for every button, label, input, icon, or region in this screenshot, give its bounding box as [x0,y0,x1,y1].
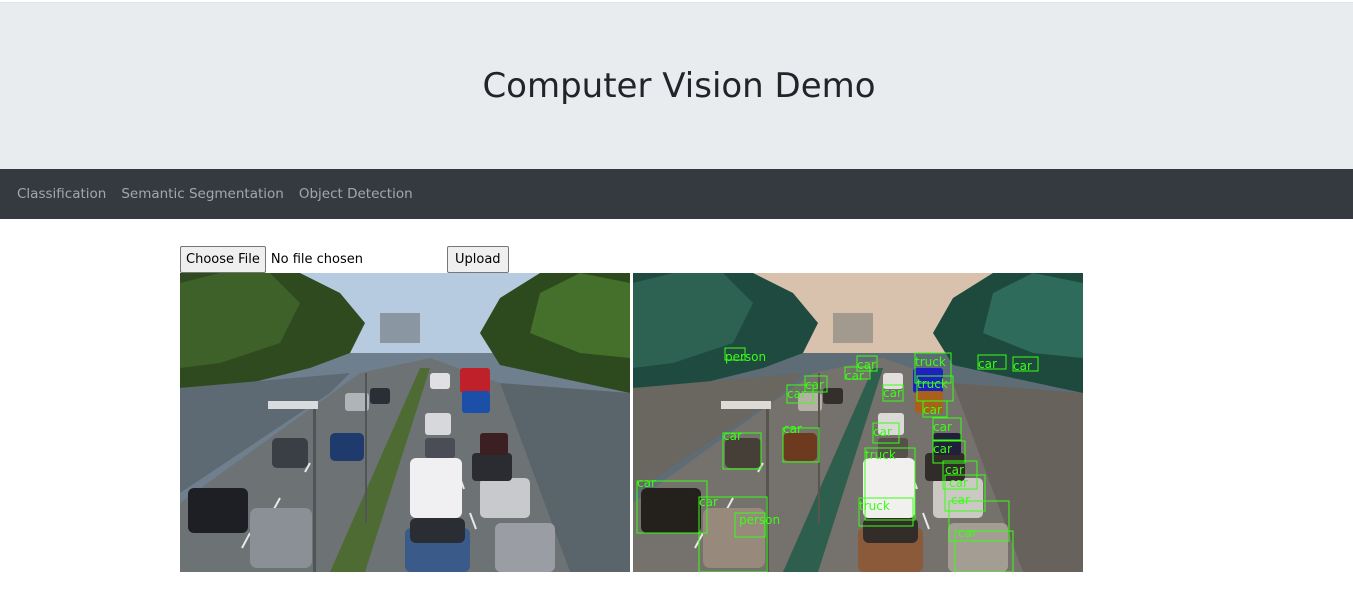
nav-link-object-detection[interactable]: Object Detection [299,186,413,202]
detection-label: car [637,476,656,490]
detection-label: truck [915,355,946,369]
detection-label: truck [865,448,896,462]
detection-label: person [725,350,766,364]
detection-label: person [739,513,780,527]
upload-button[interactable]: Upload [447,246,509,273]
detection-label: car [949,476,968,490]
detection-label: car [978,357,997,371]
nav-link-classification[interactable]: Classification [17,186,106,202]
detection-label: car [783,422,802,436]
detection-result-image: person car car truck car car truck car car car car… [633,273,1083,572]
original-image [180,273,630,572]
detection-label: car [845,369,864,383]
detection-label: car [933,442,952,456]
detection-label: car [1013,359,1032,373]
detection-label: car [933,420,952,434]
detection-label: car [699,495,718,509]
detection-label: car [951,493,970,507]
file-status-text: No file chosen [270,252,363,267]
jumbotron-header: Computer Vision Demo [0,3,1353,169]
detection-label: car [883,386,902,400]
navbar: Classification Semantic Segmentation Obj… [0,169,1353,219]
detection-result-graphic: person car car truck car car truck car car car car… [633,273,1083,572]
detection-label: car [723,429,742,443]
choose-file-button[interactable]: Choose File [180,246,266,273]
nav-link-semantic-segmentation[interactable]: Semantic Segmentation [121,186,284,202]
detection-label: car [787,387,806,401]
detection-label: car [873,425,892,439]
page-title: Computer Vision Demo [482,66,876,106]
upload-form: Choose File No file chosen Upload [180,246,510,273]
detection-label: truck [917,377,948,391]
detection-label: car [923,403,942,417]
detection-label: truck [859,499,890,513]
original-image-graphic [180,273,630,572]
detection-label: car [958,526,977,540]
